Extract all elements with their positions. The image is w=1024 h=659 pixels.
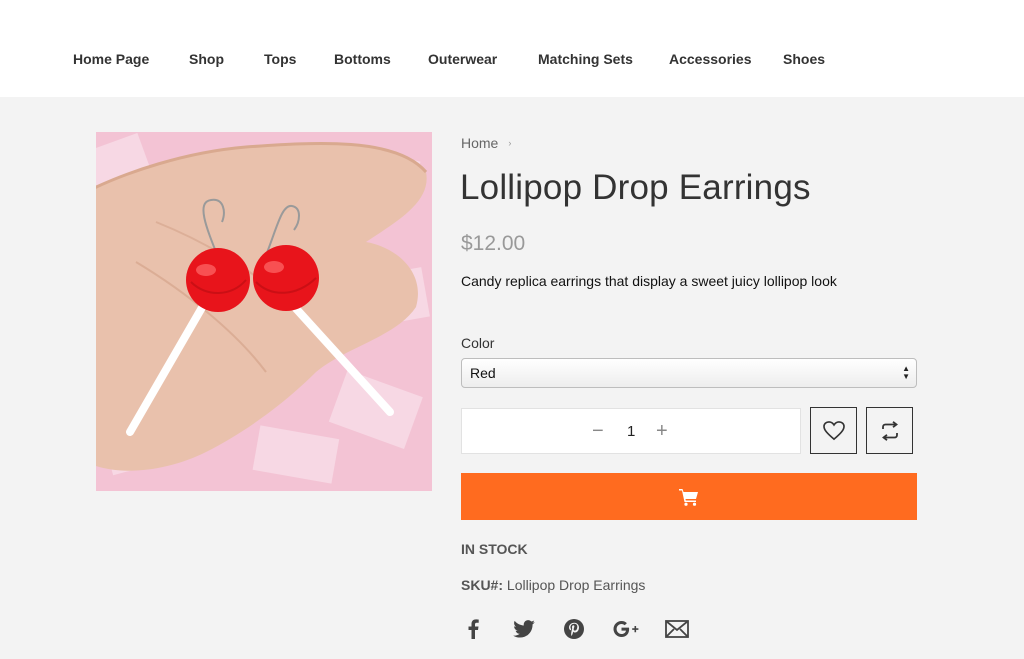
pinterest-icon bbox=[564, 619, 584, 639]
quantity-value[interactable]: 1 bbox=[627, 423, 635, 440]
compare-button[interactable] bbox=[866, 407, 913, 454]
breadcrumb-separator: › bbox=[508, 138, 512, 148]
nav-item-outerwear[interactable]: Outerwear bbox=[428, 51, 497, 67]
nav-item-tops[interactable]: Tops bbox=[264, 51, 296, 67]
breadcrumb: Home › bbox=[461, 135, 511, 151]
nav-item-accessories[interactable]: Accessories bbox=[669, 51, 752, 67]
product-price: $12.00 bbox=[461, 232, 526, 255]
sku-label: SKU#: bbox=[461, 577, 504, 593]
quantity-decrease-button[interactable]: − bbox=[592, 419, 604, 443]
color-select[interactable]: Red ▲ ▼ bbox=[461, 358, 917, 388]
wishlist-button[interactable] bbox=[810, 407, 857, 454]
nav-item-bottoms[interactable]: Bottoms bbox=[334, 51, 391, 67]
nav-item-shoes[interactable]: Shoes bbox=[783, 51, 825, 67]
twitter-share-link[interactable] bbox=[511, 616, 537, 642]
google-plus-icon bbox=[613, 621, 639, 637]
color-select-value: Red bbox=[470, 365, 496, 381]
nav-item-shop[interactable]: Shop bbox=[189, 51, 224, 67]
quantity-increase-button[interactable]: + bbox=[656, 419, 668, 443]
sku-line: SKU#: Lollipop Drop Earrings bbox=[461, 577, 645, 593]
breadcrumb-home-link[interactable]: Home bbox=[461, 135, 498, 151]
top-navigation: Home Page Shop Tops Bottoms Outerwear Ma… bbox=[0, 0, 1024, 97]
nav-item-home-page[interactable]: Home Page bbox=[73, 51, 149, 67]
cart-icon bbox=[679, 488, 698, 506]
product-title: Lollipop Drop Earrings bbox=[460, 168, 811, 207]
quantity-stepper: − 1 + bbox=[461, 408, 801, 454]
email-share-link[interactable] bbox=[664, 616, 690, 642]
compare-arrows-icon bbox=[881, 420, 898, 441]
facebook-share-link[interactable] bbox=[460, 616, 486, 642]
stock-status: IN STOCK bbox=[461, 541, 528, 557]
email-icon bbox=[665, 620, 689, 638]
pinterest-share-link[interactable] bbox=[561, 616, 587, 642]
color-label: Color bbox=[461, 335, 495, 351]
nav-item-matching-sets[interactable]: Matching Sets bbox=[538, 51, 633, 67]
sku-value: Lollipop Drop Earrings bbox=[506, 577, 646, 593]
facebook-icon bbox=[468, 619, 479, 639]
google-plus-share-link[interactable] bbox=[613, 616, 639, 642]
heart-icon bbox=[822, 420, 845, 440]
product-description: Candy replica earrings that display a sw… bbox=[461, 273, 837, 289]
add-to-cart-button[interactable] bbox=[461, 473, 917, 520]
twitter-icon bbox=[513, 620, 535, 638]
select-arrows-icon: ▲ ▼ bbox=[902, 364, 910, 381]
product-image[interactable] bbox=[96, 132, 432, 491]
